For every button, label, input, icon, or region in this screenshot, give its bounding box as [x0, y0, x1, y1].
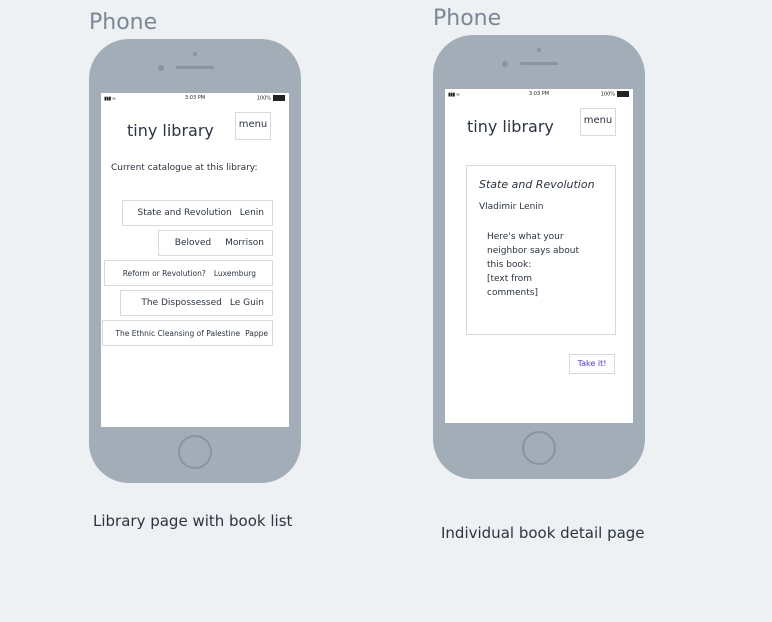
home-button[interactable] — [178, 435, 212, 469]
take-it-button[interactable]: Take it! — [569, 354, 615, 374]
book-author: Vladimir Lenin — [479, 202, 544, 212]
book-title: State and Revolution — [137, 208, 232, 218]
book-author: Luxemburg — [213, 268, 256, 278]
book-author: Lenin — [239, 208, 264, 218]
battery-indicator: 100% — [601, 91, 629, 98]
speaker-slot — [520, 62, 558, 65]
phone-frame-detail: ▮▮▮ ≈ 3:03 PM 100% tiny library menu Sta… — [433, 35, 645, 479]
book-author: Le Guin — [229, 298, 264, 308]
status-bar: ▮▮▮ ≈ 3:03 PM 100% — [445, 89, 633, 99]
camera-dot — [158, 65, 164, 71]
book-row-reform-or-revolution[interactable]: Reform or Revolution? Luxemburg — [104, 260, 273, 286]
menu-button[interactable]: menu — [580, 108, 616, 136]
phone-label-detail: Phone — [433, 6, 502, 31]
phone-screen-detail: ▮▮▮ ≈ 3:03 PM 100% tiny library menu Sta… — [445, 89, 633, 423]
caption-detail-page: Individual book detail page — [441, 524, 645, 542]
sensor-dot — [537, 48, 541, 52]
battery-icon — [273, 95, 285, 101]
battery-indicator: 100% — [257, 95, 285, 102]
speaker-slot — [176, 66, 214, 69]
book-row-state-and-revolution[interactable]: State and Revolution Lenin — [122, 200, 273, 226]
battery-icon — [617, 91, 629, 97]
sensor-dot — [193, 52, 197, 56]
book-author: Pappe — [245, 328, 268, 338]
app-title: tiny library — [127, 121, 214, 140]
neighbor-comment: Here's what your neighbor says about thi… — [487, 232, 579, 298]
book-row-ethnic-cleansing-of-palestine[interactable]: The Ethnic Cleansing of Palestine Pappe — [102, 320, 273, 346]
book-title: Beloved — [174, 238, 212, 248]
book-detail-card: State and Revolution Vladimir Lenin Here… — [466, 165, 616, 335]
book-row-beloved[interactable]: Beloved Morrison — [158, 230, 273, 256]
book-row-the-dispossessed[interactable]: The Dispossessed Le Guin — [120, 290, 273, 316]
menu-button[interactable]: menu — [235, 112, 271, 140]
phone-label-library: Phone — [89, 10, 158, 35]
home-button[interactable] — [522, 431, 556, 465]
book-title: State and Revolution — [479, 178, 595, 191]
book-author: Morrison — [225, 238, 264, 248]
camera-dot — [502, 61, 508, 67]
catalogue-label: Current catalogue at this library: — [111, 163, 258, 173]
status-bar: ▮▮▮ ≈ 3:03 PM 100% — [101, 93, 289, 103]
book-title: Reform or Revolution? — [122, 268, 206, 278]
phone-frame-library: ▮▮▮ ≈ 3:03 PM 100% tiny library menu Cur… — [89, 39, 301, 483]
book-title: The Dispossessed — [141, 298, 222, 308]
caption-library-page: Library page with book list — [93, 512, 293, 530]
app-title: tiny library — [467, 117, 554, 136]
book-title: The Ethnic Cleansing of Palestine — [115, 328, 241, 338]
phone-screen-library: ▮▮▮ ≈ 3:03 PM 100% tiny library menu Cur… — [101, 93, 289, 427]
